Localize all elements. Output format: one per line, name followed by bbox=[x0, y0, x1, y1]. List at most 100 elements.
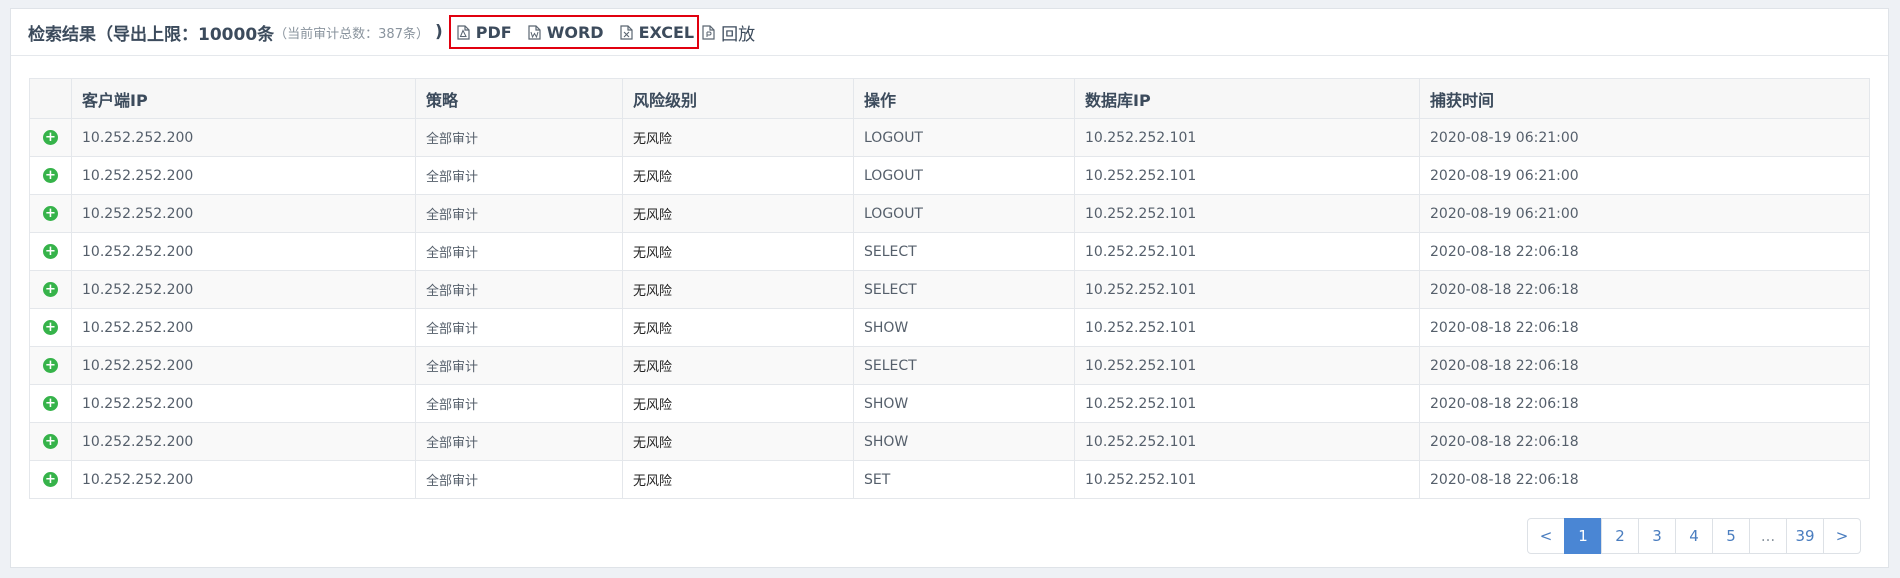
plus-circle-icon[interactable]: + bbox=[43, 244, 58, 259]
table-row: +10.252.252.200 全部审计 无风险 SELECT 10.252.252.1… bbox=[29, 270, 1870, 309]
cell-db-ip: 10.252.252.101 bbox=[1074, 384, 1420, 423]
cell-operation: SHOW bbox=[853, 308, 1075, 347]
cell-risk-level: 无风险 bbox=[622, 270, 854, 309]
page-button-5[interactable]: 5 bbox=[1712, 518, 1750, 554]
cell-client-ip: 10.252.252.200 bbox=[71, 118, 416, 157]
cell-risk-level: 无风险 bbox=[622, 460, 854, 499]
search-results-panel: 检索结果（导出上限：10000条 （当前审计总数：387条） ) PDF WOR… bbox=[10, 8, 1889, 568]
column-header-risk-level[interactable]: 风险级别 bbox=[622, 78, 854, 119]
column-header-operation[interactable]: 操作 bbox=[853, 78, 1075, 119]
cell-policy: 全部审计 bbox=[415, 308, 623, 347]
cell-policy: 全部审计 bbox=[415, 156, 623, 195]
cell-risk-level: 无风险 bbox=[622, 384, 854, 423]
expand-column-header bbox=[29, 78, 72, 119]
export-excel-label: EXCEL bbox=[638, 22, 695, 42]
cell-db-ip: 10.252.252.101 bbox=[1074, 346, 1420, 385]
cell-operation: SHOW bbox=[853, 384, 1075, 423]
expand-cell: + bbox=[29, 384, 72, 423]
column-header-policy[interactable]: 策略 bbox=[415, 78, 623, 119]
audit-total-note: （当前审计总数：387条） bbox=[274, 26, 429, 42]
page-button-3[interactable]: 3 bbox=[1638, 518, 1676, 554]
title-close-paren: ) bbox=[434, 22, 443, 42]
cell-operation: LOGOUT bbox=[853, 118, 1075, 157]
replay-file-icon bbox=[702, 24, 715, 40]
panel-header: 检索结果（导出上限：10000条 （当前审计总数：387条） ) PDF WOR… bbox=[11, 9, 1888, 56]
cell-operation: SET bbox=[853, 460, 1075, 499]
cell-operation: SELECT bbox=[853, 232, 1075, 271]
table-row: +10.252.252.200 全部审计 无风险 LOGOUT 10.252.252.1… bbox=[29, 118, 1870, 157]
expand-cell: + bbox=[29, 194, 72, 233]
pdf-file-icon bbox=[457, 24, 470, 40]
cell-client-ip: 10.252.252.200 bbox=[71, 384, 416, 423]
page-button-1[interactable]: 1 bbox=[1564, 518, 1602, 554]
column-header-capture-time[interactable]: 捕获时间 bbox=[1419, 78, 1870, 119]
cell-operation: LOGOUT bbox=[853, 194, 1075, 233]
expand-cell: + bbox=[29, 232, 72, 271]
cell-client-ip: 10.252.252.200 bbox=[71, 156, 416, 195]
cell-capture-time: 2020-08-18 22:06:18 bbox=[1419, 422, 1870, 461]
plus-circle-icon[interactable]: + bbox=[43, 282, 58, 297]
cell-policy: 全部审计 bbox=[415, 346, 623, 385]
table-row: +10.252.252.200 全部审计 无风险 LOGOUT 10.252.252.1… bbox=[29, 156, 1870, 195]
table-row: +10.252.252.200 全部审计 无风险 SHOW 10.252.252.101… bbox=[29, 422, 1870, 461]
page-button-4[interactable]: 4 bbox=[1675, 518, 1713, 554]
expand-cell: + bbox=[29, 346, 72, 385]
replay-button[interactable]: 回放 bbox=[702, 20, 755, 45]
table-row: +10.252.252.200 全部审计 无风险 SET 10.252.252.101 2… bbox=[29, 460, 1870, 499]
prev-page-button[interactable]: < bbox=[1527, 518, 1565, 554]
plus-circle-icon[interactable]: + bbox=[43, 206, 58, 221]
page-button-last[interactable]: 39 bbox=[1786, 518, 1824, 554]
plus-circle-icon[interactable]: + bbox=[43, 472, 58, 487]
column-header-client-ip[interactable]: 客户端IP bbox=[71, 78, 416, 119]
pagination: < 1 2 3 4 5 ... 39 > bbox=[1527, 518, 1861, 554]
page-button-2[interactable]: 2 bbox=[1601, 518, 1639, 554]
results-title: 检索结果（导出上限：10000条 bbox=[28, 24, 275, 45]
export-excel-button[interactable]: EXCEL bbox=[619, 22, 695, 42]
plus-circle-icon[interactable]: + bbox=[43, 320, 58, 335]
export-options: PDF WORD EXCEL bbox=[448, 15, 700, 49]
cell-client-ip: 10.252.252.200 bbox=[71, 308, 416, 347]
expand-cell: + bbox=[29, 308, 72, 347]
cell-capture-time: 2020-08-18 22:06:18 bbox=[1419, 460, 1870, 499]
cell-client-ip: 10.252.252.200 bbox=[71, 346, 416, 385]
table-row: +10.252.252.200 全部审计 无风险 SELECT 10.252.252.1… bbox=[29, 232, 1870, 271]
plus-circle-icon[interactable]: + bbox=[43, 168, 58, 183]
plus-circle-icon[interactable]: + bbox=[43, 434, 58, 449]
cell-client-ip: 10.252.252.200 bbox=[71, 422, 416, 461]
cell-capture-time: 2020-08-19 06:21:00 bbox=[1419, 156, 1870, 195]
cell-operation: SHOW bbox=[853, 422, 1075, 461]
expand-cell: + bbox=[29, 422, 72, 461]
table-row: +10.252.252.200 全部审计 无风险 SHOW 10.252.252.101… bbox=[29, 308, 1870, 347]
expand-cell: + bbox=[29, 460, 72, 499]
plus-circle-icon[interactable]: + bbox=[43, 396, 58, 411]
cell-policy: 全部审计 bbox=[415, 118, 623, 157]
cell-policy: 全部审计 bbox=[415, 194, 623, 233]
plus-circle-icon[interactable]: + bbox=[43, 358, 58, 373]
cell-operation: SELECT bbox=[853, 270, 1075, 309]
cell-capture-time: 2020-08-19 06:21:00 bbox=[1419, 118, 1870, 157]
export-word-button[interactable]: WORD bbox=[528, 23, 604, 42]
results-table: 客户端IP 策略 风险级别 操作 数据库IP 捕获时间 +10.252.252.… bbox=[29, 78, 1870, 499]
cell-capture-time: 2020-08-18 22:06:18 bbox=[1419, 270, 1870, 309]
expand-cell: + bbox=[29, 270, 72, 309]
cell-db-ip: 10.252.252.101 bbox=[1074, 270, 1420, 309]
page-ellipsis: ... bbox=[1749, 518, 1787, 554]
excel-file-icon bbox=[619, 24, 633, 40]
table-row: +10.252.252.200 全部审计 无风险 SHOW 10.252.252.101… bbox=[29, 384, 1870, 423]
table-header-row: 客户端IP 策略 风险级别 操作 数据库IP 捕获时间 bbox=[29, 78, 1870, 119]
cell-policy: 全部审计 bbox=[415, 270, 623, 309]
cell-operation: SELECT bbox=[853, 346, 1075, 385]
export-pdf-label: PDF bbox=[475, 22, 512, 42]
next-page-button[interactable]: > bbox=[1823, 518, 1861, 554]
cell-risk-level: 无风险 bbox=[622, 232, 854, 271]
cell-db-ip: 10.252.252.101 bbox=[1074, 194, 1420, 233]
column-header-db-ip[interactable]: 数据库IP bbox=[1074, 78, 1420, 119]
cell-client-ip: 10.252.252.200 bbox=[71, 232, 416, 271]
expand-cell: + bbox=[29, 156, 72, 195]
cell-policy: 全部审计 bbox=[415, 384, 623, 423]
cell-risk-level: 无风险 bbox=[622, 422, 854, 461]
cell-policy: 全部审计 bbox=[415, 460, 623, 499]
cell-db-ip: 10.252.252.101 bbox=[1074, 156, 1420, 195]
plus-circle-icon[interactable]: + bbox=[43, 130, 58, 145]
export-pdf-button[interactable]: PDF bbox=[457, 23, 512, 42]
